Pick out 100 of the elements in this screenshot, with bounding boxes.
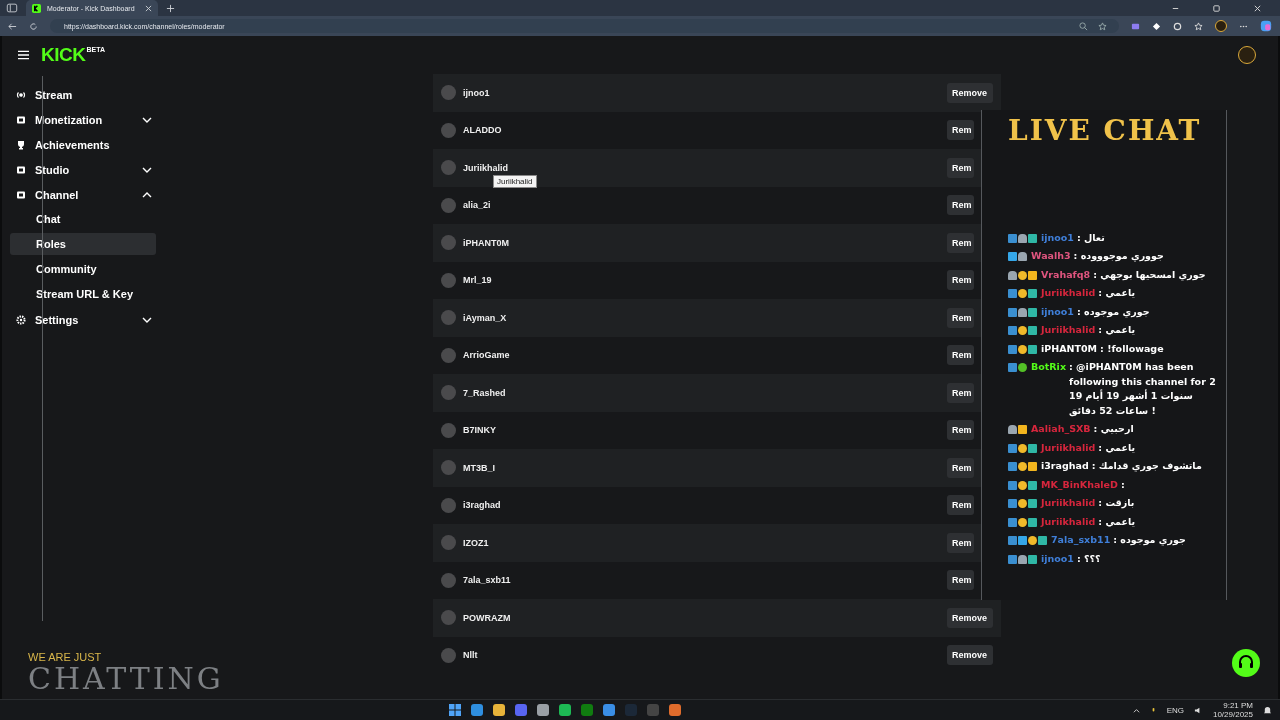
sidebar-item[interactable]: Stream (10, 82, 156, 107)
sidebar-subitem[interactable]: Stream URL & Key (10, 283, 156, 305)
remove-button[interactable]: Rem (947, 232, 974, 253)
crown-badge-icon (1028, 462, 1037, 471)
moderator-name[interactable]: POWRAZM (463, 612, 511, 623)
chat-username[interactable]: Aaliah_SXB (1031, 422, 1091, 437)
taskbar-app-icon[interactable] (559, 704, 572, 716)
zoom-icon[interactable] (1079, 21, 1088, 31)
copilot-icon[interactable] (1260, 20, 1272, 32)
chat-username[interactable]: BotRix (1031, 360, 1066, 375)
favorites-icon[interactable] (1194, 21, 1203, 31)
moderator-name[interactable]: iAyman_X (463, 312, 507, 323)
remove-button[interactable]: Remove (947, 645, 993, 666)
chevron-icon[interactable] (142, 316, 152, 323)
chat-message: : ياعمي (1098, 323, 1137, 337)
chat-username[interactable]: ijnoo1 (1041, 551, 1074, 566)
chat-username[interactable]: i3raghad (1041, 459, 1089, 474)
refresh-icon[interactable] (29, 21, 38, 31)
chat-message: : بازقت (1098, 496, 1136, 511)
moderator-name[interactable]: Nllt (463, 650, 478, 661)
user-avatar[interactable] (1238, 46, 1256, 64)
remove-button[interactable]: Remove (947, 82, 993, 103)
support-chat-icon[interactable] (1232, 649, 1260, 677)
back-arrow-icon[interactable] (8, 21, 17, 31)
remove-button[interactable]: Rem (947, 157, 974, 178)
remove-button[interactable]: Remove (947, 607, 993, 628)
remove-button[interactable]: Rem (947, 495, 974, 516)
chat-username[interactable]: Juriikhalid (1041, 286, 1096, 301)
remove-button[interactable]: Rem (947, 120, 974, 141)
moderator-name[interactable]: Juriikhalid (463, 162, 508, 173)
extension-icon[interactable] (1152, 21, 1161, 31)
chat-username[interactable]: iPHANT0M (1041, 341, 1098, 356)
star-icon[interactable] (1098, 21, 1107, 31)
chat-username[interactable]: Juriikhalid (1041, 323, 1096, 338)
hat-badge-icon (1018, 554, 1027, 564)
moderator-name[interactable]: iPHANT0M (463, 237, 509, 248)
close-icon[interactable] (1253, 3, 1262, 13)
chat-username[interactable]: Vrahafq8 (1041, 267, 1091, 282)
sidebar-subitem[interactable]: Chat (10, 208, 156, 230)
taskbar-app-icon[interactable] (515, 704, 528, 716)
moderator-name[interactable]: 7_Rashed (463, 387, 506, 398)
moderator-name[interactable]: B7INKY (463, 425, 496, 436)
sidebar-item[interactable]: Monetization (10, 107, 156, 132)
remove-button[interactable]: Rem (947, 570, 974, 591)
remove-button[interactable]: Rem (947, 345, 974, 366)
chevron-icon[interactable] (1132, 706, 1140, 714)
chat-message: : جوري امسحيها بوجهي (1093, 267, 1207, 282)
moderator-name[interactable]: ijnoo1 (463, 87, 490, 98)
taskbar-app-icon[interactable] (669, 704, 682, 716)
menu-icon[interactable] (18, 50, 29, 60)
remove-button[interactable]: Rem (947, 457, 974, 478)
moderator-name[interactable]: IZOZ1 (463, 537, 489, 548)
clock-date[interactable]: 10/29/2025 (1212, 710, 1253, 719)
remove-button[interactable]: Rem (947, 532, 974, 553)
taskbar-app-icon[interactable] (493, 704, 506, 716)
close-icon[interactable] (145, 4, 152, 12)
restore-icon[interactable] (1212, 3, 1221, 13)
sidebar-item[interactable]: Channel (10, 182, 156, 207)
moderator-name[interactable]: 7ala_sxb11 (463, 575, 511, 586)
moderator-name[interactable]: i3raghad (463, 500, 501, 511)
cube-badge-icon (1018, 536, 1027, 545)
remove-button[interactable]: Rem (947, 195, 974, 216)
remove-button[interactable]: Rem (947, 270, 974, 291)
chat-username[interactable]: Juriikhalid (1041, 496, 1096, 511)
chat-message: : جوري موجوده (1113, 533, 1187, 548)
chat-username[interactable]: 7ala_sxb11 (1051, 533, 1111, 548)
chat-username[interactable]: Waalh3 (1031, 249, 1071, 264)
moderator-name[interactable]: Mrl_19 (463, 275, 492, 286)
remove-button[interactable]: Rem (947, 307, 974, 328)
moderator-name[interactable]: ALADDO (463, 125, 502, 136)
sidebar-item[interactable]: Studio (10, 157, 156, 182)
taskbar-app-icon[interactable] (537, 704, 550, 716)
sidebar-item[interactable]: Achievements (10, 132, 156, 157)
kick-logo[interactable]: KICK (41, 44, 86, 66)
start-icon[interactable] (449, 704, 462, 716)
sidebar-subitem[interactable]: Community (10, 258, 156, 280)
moderator-name[interactable]: alia_2i (463, 200, 491, 211)
moderator-name[interactable]: MT3B_I (463, 462, 495, 473)
chat-username[interactable]: Juriikhalid (1041, 440, 1096, 455)
profile-avatar[interactable] (1215, 20, 1227, 32)
new-tab-icon[interactable] (166, 3, 175, 13)
notification-icon[interactable] (1263, 705, 1272, 715)
tabs-icon[interactable] (6, 2, 18, 14)
taskbar-app-icon[interactable] (603, 704, 616, 716)
chat-username[interactable]: Juriikhalid (1041, 514, 1096, 529)
chat-username[interactable]: ijnoo1 (1041, 230, 1074, 245)
chevron-icon[interactable] (142, 166, 152, 173)
taskbar-app-icon[interactable] (471, 704, 484, 716)
chevron-icon[interactable] (142, 191, 152, 198)
remove-button[interactable]: Rem (947, 420, 974, 441)
clock-time[interactable]: 9:21 PM (1223, 701, 1253, 710)
check-badge-icon (1018, 363, 1027, 372)
remove-button[interactable]: Rem (947, 382, 974, 403)
moderator-name[interactable]: ArrioGame (463, 350, 510, 361)
language-indicator[interactable]: ENG (1166, 705, 1184, 715)
chat-username[interactable]: MK_BinKhaleD (1041, 477, 1118, 492)
hat-badge-icon (1018, 307, 1027, 317)
chevron-icon[interactable] (142, 116, 152, 123)
chat-username[interactable]: ijnoo1 (1041, 304, 1074, 319)
avatar-placeholder (441, 647, 456, 663)
